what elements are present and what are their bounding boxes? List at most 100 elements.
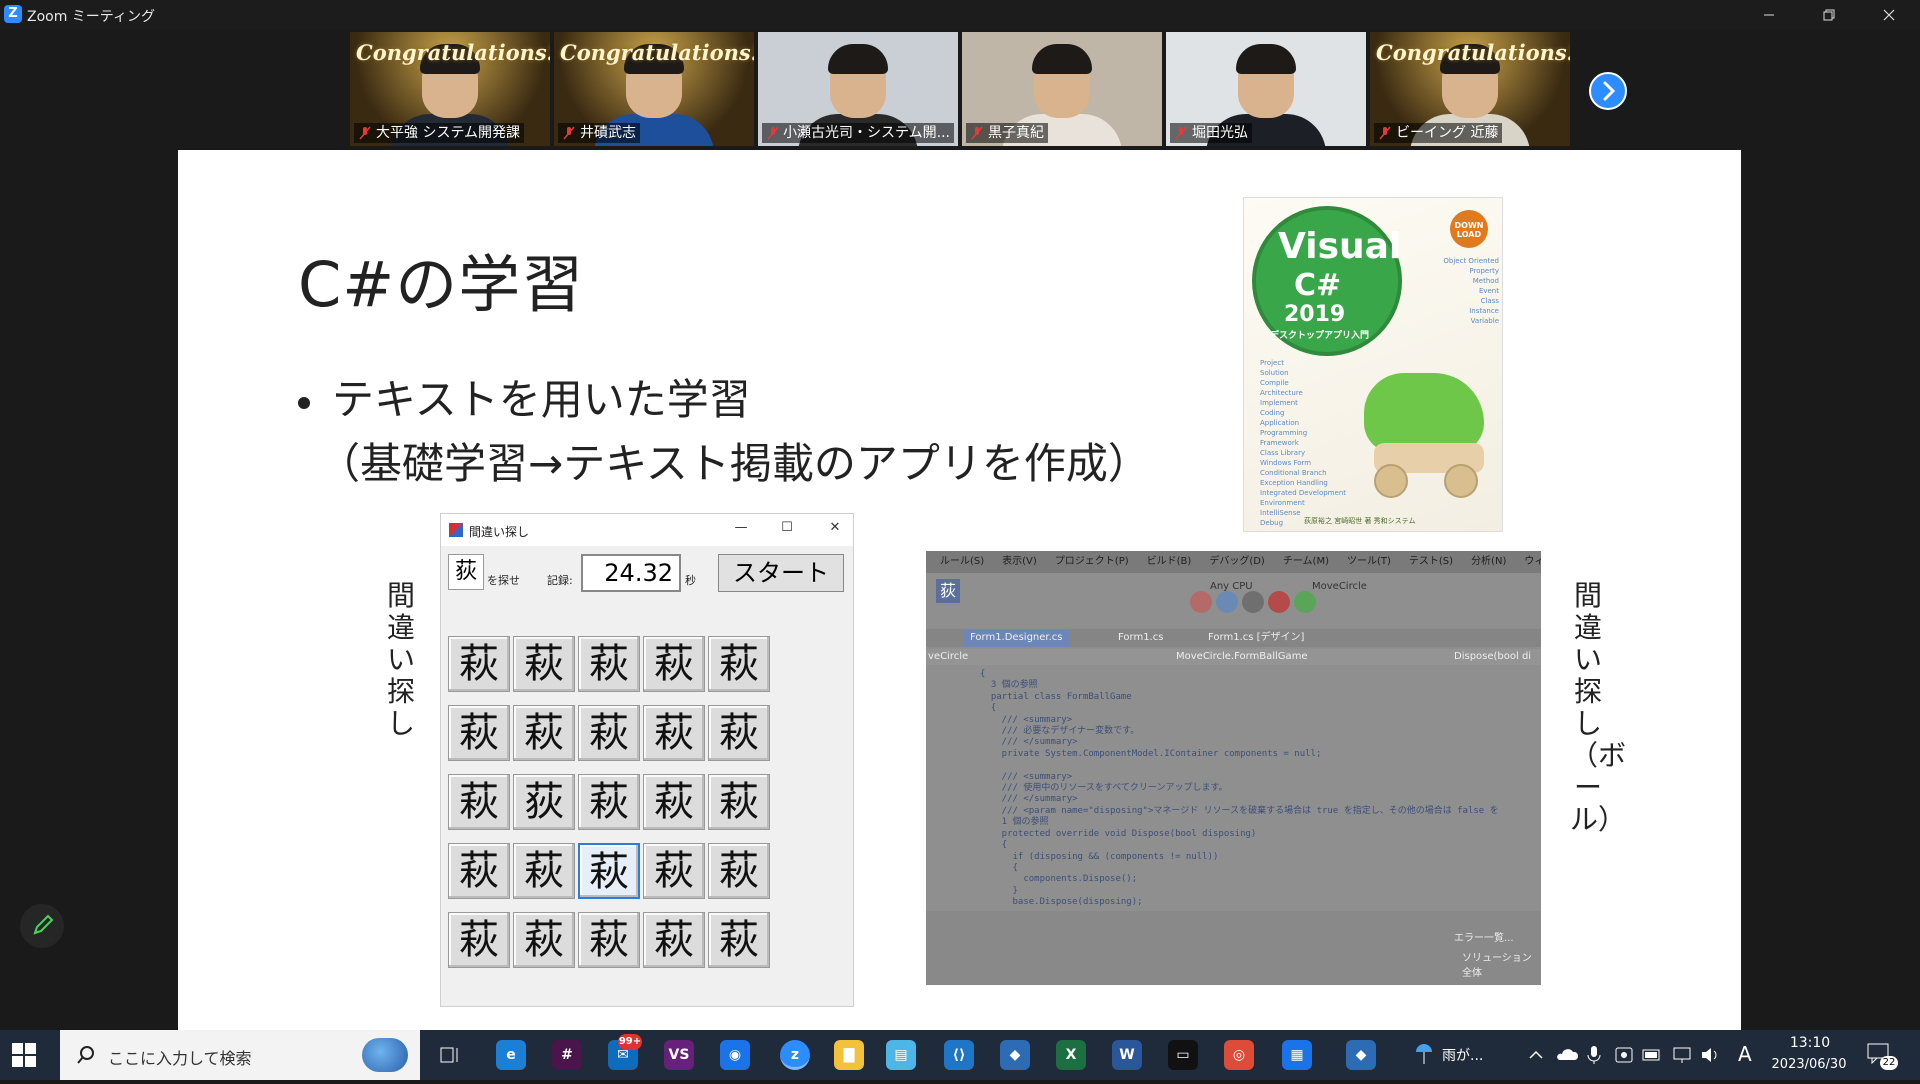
participant-name: 黒子真紀: [988, 125, 1044, 141]
error-list-tab[interactable]: エラー一覧...: [1454, 929, 1514, 944]
kanji-cell[interactable]: 萩: [513, 636, 575, 692]
kanji-cell[interactable]: 萩: [643, 912, 705, 968]
record-label: 記録:: [547, 574, 573, 587]
slack-app-icon[interactable]: #: [552, 1040, 582, 1070]
taskbar-search[interactable]: ここに入力して検索: [60, 1030, 420, 1080]
kanji-cell[interactable]: 萩: [708, 843, 770, 899]
kanji-cell[interactable]: 萩: [578, 705, 640, 761]
kanji-cell[interactable]: 萩: [578, 912, 640, 968]
terminal-app-icon[interactable]: ▭: [1168, 1040, 1198, 1070]
clock-date[interactable]: 2023/06/30: [1764, 1057, 1854, 1077]
ide-menu-item[interactable]: プロジェクト(P): [1055, 551, 1129, 573]
kanji-cell[interactable]: 萩: [708, 705, 770, 761]
participant-name: 大平強 システム開発課: [376, 125, 521, 141]
notes-app-icon[interactable]: ▤: [886, 1040, 916, 1070]
zoom-app-icon[interactable]: z: [780, 1040, 810, 1070]
kanji-cell[interactable]: 荻: [513, 774, 575, 830]
kanji-cell[interactable]: 萩: [513, 705, 575, 761]
mail-badge: 99+: [618, 1034, 642, 1050]
participant-tile[interactable]: Congratulations! 井磧武志: [554, 32, 754, 146]
ide-menu-item[interactable]: 表示(V): [1002, 551, 1037, 573]
kanji-cell[interactable]: 萩: [448, 912, 510, 968]
visual-studio-app-icon[interactable]: VS: [664, 1040, 694, 1070]
volume-icon[interactable]: [1700, 1044, 1720, 1066]
participant-tile[interactable]: Congratulations! ビーイング 近藤: [1370, 32, 1570, 146]
participant-tile[interactable]: Congratulations! 大平強 システム開発課: [350, 32, 550, 146]
kanji-cell[interactable]: 萩: [578, 843, 640, 899]
kanji-cell[interactable]: 萩: [708, 636, 770, 692]
word-app-icon[interactable]: W: [1112, 1040, 1142, 1070]
kanji-cell[interactable]: 萩: [643, 843, 705, 899]
ide-menu-item[interactable]: デバッグ(D): [1209, 551, 1265, 573]
maps-app-icon[interactable]: ◉: [720, 1040, 750, 1070]
weather-text[interactable]: 雨が...: [1442, 1045, 1483, 1065]
restore-button[interactable]: [1800, 0, 1858, 29]
microphone-icon[interactable]: [1586, 1044, 1602, 1066]
edge-app-icon[interactable]: e: [496, 1040, 526, 1070]
window-title: Zoom ミーティング: [27, 9, 155, 25]
app-green-app-icon[interactable]: ◆: [1346, 1040, 1376, 1070]
muted-mic-icon: [971, 126, 983, 140]
participant-tile[interactable]: 黒子真紀: [962, 32, 1162, 146]
kanji-cell[interactable]: 萩: [448, 774, 510, 830]
kanji-cell[interactable]: 萩: [643, 705, 705, 761]
app-blue-app-icon[interactable]: ◆: [1000, 1040, 1030, 1070]
slide-subtext: （基礎学習→テキスト掲載のアプリを作成）: [318, 439, 1150, 488]
ide-menu-item[interactable]: ルール(S): [940, 551, 984, 573]
game-maximize-button[interactable]: ☐: [777, 520, 797, 540]
kanji-cell[interactable]: 萩: [708, 774, 770, 830]
participant-tile[interactable]: 小瀬古光司・システム開...: [758, 32, 958, 146]
toy-wheel: [1444, 464, 1478, 498]
start-button[interactable]: スタート: [718, 554, 844, 592]
search-highlight-icon[interactable]: [362, 1038, 408, 1072]
kanji-cell[interactable]: 萩: [448, 636, 510, 692]
video-gallery: Congratulations! 大平強 システム開発課 Congratulatio…: [0, 29, 1920, 150]
tab-form1[interactable]: Form1.cs: [1112, 629, 1169, 647]
tab-designer[interactable]: Form1.Designer.cs: [964, 629, 1069, 647]
ide-menu-item[interactable]: 分析(N): [1471, 551, 1506, 573]
notifications-button[interactable]: 22: [1866, 1042, 1902, 1070]
tray-chevron-icon[interactable]: [1528, 1044, 1544, 1066]
game-minimize-button[interactable]: —: [731, 520, 751, 540]
minimize-button[interactable]: [1740, 0, 1798, 29]
ide-menu-item[interactable]: チーム(M): [1283, 551, 1329, 573]
kanji-cell[interactable]: 萩: [578, 636, 640, 692]
participant-tile[interactable]: 堀田光弘: [1166, 32, 1366, 146]
annotate-button[interactable]: [20, 904, 64, 948]
excel-app-icon[interactable]: X: [1056, 1040, 1086, 1070]
ide-menu-item[interactable]: ツール(T): [1347, 551, 1391, 573]
tab-form1-design[interactable]: Form1.cs [デザイン]: [1202, 629, 1310, 647]
kanji-cell[interactable]: 萩: [448, 843, 510, 899]
kanji-cell[interactable]: 萩: [513, 912, 575, 968]
onedrive-icon[interactable]: [1556, 1044, 1579, 1066]
toy-wheel: [1374, 464, 1408, 498]
ide-menu-item[interactable]: ビルド(B): [1147, 551, 1192, 573]
kanji-cell[interactable]: 萩: [643, 774, 705, 830]
ide-menu-item[interactable]: ウィンドウ(W): [1524, 551, 1541, 573]
task-view-button[interactable]: [438, 1043, 462, 1067]
clock-time[interactable]: 13:10: [1772, 1035, 1848, 1055]
kanji-cell[interactable]: 萩: [448, 705, 510, 761]
kanji-cell[interactable]: 萩: [513, 843, 575, 899]
start-button[interactable]: [12, 1043, 36, 1067]
chrome-app-icon[interactable]: ◎: [1224, 1040, 1254, 1070]
weather-icon[interactable]: [1412, 1030, 1438, 1080]
book-keyword: Implement: [1260, 399, 1298, 407]
bullet-dot: [298, 396, 310, 409]
kanji-cell[interactable]: 萩: [708, 912, 770, 968]
ide-menu-item[interactable]: テスト(S): [1409, 551, 1453, 573]
security-icon[interactable]: [1614, 1044, 1634, 1066]
kanji-cell[interactable]: 萩: [643, 636, 705, 692]
close-button[interactable]: [1860, 0, 1918, 29]
kanji-cell[interactable]: 萩: [578, 774, 640, 830]
ime-indicator[interactable]: A: [1738, 1042, 1752, 1068]
vscode-app-icon[interactable]: ⟨⟩: [944, 1040, 974, 1070]
calendar-app-icon[interactable]: ▦: [1282, 1040, 1312, 1070]
network-icon[interactable]: [1672, 1044, 1692, 1066]
battery-icon[interactable]: [1642, 1044, 1662, 1066]
left-vertical-label: 間違い探し: [386, 579, 415, 740]
explorer-app-icon[interactable]: ▇: [834, 1040, 864, 1070]
game-close-button[interactable]: ✕: [825, 520, 845, 540]
next-page-button[interactable]: [1589, 72, 1627, 110]
book-keyword: Integrated Development Environment: [1260, 489, 1347, 507]
